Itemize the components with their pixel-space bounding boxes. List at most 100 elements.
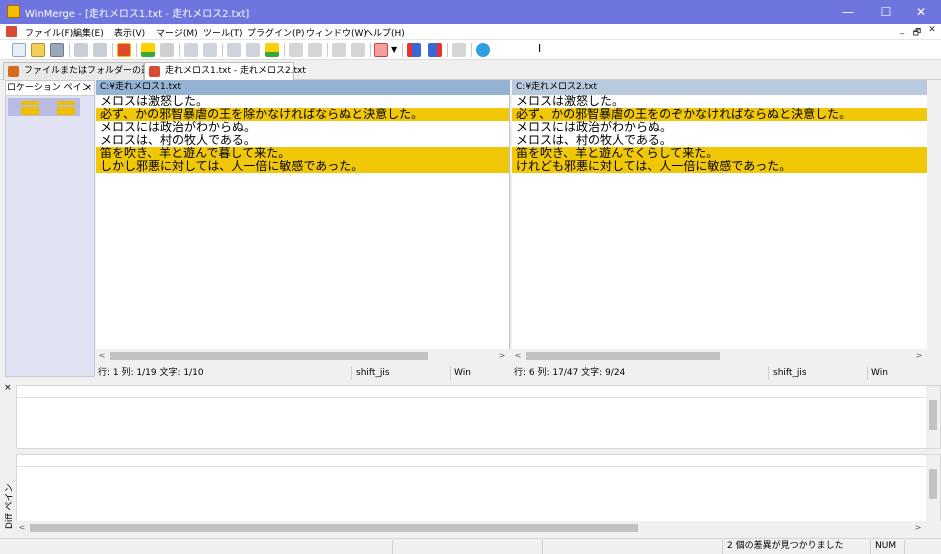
- toolbar-separator: [69, 43, 70, 57]
- right-eol-style: Win: [871, 368, 888, 378]
- toolbar-separator: [112, 43, 113, 57]
- diff-marker: [21, 101, 39, 105]
- copy-right-icon[interactable]: [246, 43, 260, 57]
- toolbar-separator: [370, 43, 371, 57]
- right-text-line[interactable]: 笛を吹き、羊と遊んでくらして来た。: [512, 147, 927, 160]
- scroll-left-arrow-icon[interactable]: <: [512, 349, 524, 362]
- left-text-line[interactable]: メロスには政治がわからぬ。: [96, 121, 509, 134]
- new-icon[interactable]: [12, 43, 26, 57]
- compare-right-icon[interactable]: [428, 43, 442, 57]
- diff-pane-right-view[interactable]: [16, 454, 941, 522]
- right-file-editor[interactable]: メロスは激怒した。 必ず、かの邪智暴虐の王をのぞかなければならぬと決意した。 メロス…: [512, 95, 927, 349]
- right-text-line[interactable]: メロスには政治がわからぬ。: [512, 121, 927, 134]
- upper-vertical-scrollbar[interactable]: [927, 80, 941, 365]
- copy-left-icon[interactable]: [265, 43, 279, 57]
- tab-label: 走れメロス1.txt - 走れメロス2.txt: [165, 66, 306, 76]
- all-left-icon[interactable]: [351, 43, 365, 57]
- scroll-left-arrow-icon[interactable]: <: [16, 521, 28, 534]
- menu-merge[interactable]: マージ(M): [156, 26, 198, 39]
- left-text-line[interactable]: しかし邪悪に対しては、人一倍に敏感であった。: [96, 160, 509, 173]
- right-text-line[interactable]: けれども邪悪に対しては、人一倍に敏感であった。: [512, 160, 927, 173]
- copy-left-advance-icon[interactable]: [308, 43, 322, 57]
- last-difference-icon[interactable]: [227, 43, 241, 57]
- menu-window[interactable]: ウィンドウ(W): [306, 26, 367, 39]
- scrollbar-thumb[interactable]: [526, 352, 720, 360]
- minimize-button[interactable]: —: [828, 0, 868, 24]
- close-button[interactable]: ✕: [901, 0, 941, 24]
- previous-difference-icon[interactable]: [160, 43, 174, 57]
- left-text-line[interactable]: 必ず、かの邪智暴虐の王を除かなければならぬと決意した。: [96, 108, 509, 121]
- menu-view[interactable]: 表示(V): [114, 26, 145, 39]
- status-separator: [392, 540, 393, 554]
- left-file-path: C:¥走れメロス1.txt: [96, 80, 510, 95]
- location-pane[interactable]: ロケーション ペイン ×: [5, 80, 95, 377]
- refresh-icon[interactable]: [476, 43, 490, 57]
- location-pane-close-button[interactable]: ×: [84, 81, 92, 95]
- file-compare-icon: [149, 66, 160, 77]
- undo-icon[interactable]: [74, 43, 88, 57]
- status-separator: [867, 366, 868, 380]
- diff-pane-close-button[interactable]: ×: [4, 383, 12, 393]
- left-text-line[interactable]: メロスは、村の牧人である。: [96, 134, 509, 147]
- scroll-right-arrow-icon[interactable]: >: [912, 521, 924, 534]
- diff-right-vertical-scrollbar[interactable]: [926, 455, 940, 521]
- mdi-minimize-button[interactable]: _: [895, 25, 909, 35]
- right-text-line[interactable]: 必ず、かの邪智暴虐の王をのぞかなければならぬと決意した。: [512, 108, 927, 121]
- scroll-right-arrow-icon[interactable]: >: [496, 349, 508, 362]
- tab-select-files[interactable]: ファイルまたはフォルダーの選択...: [3, 62, 168, 80]
- options-icon[interactable]: [117, 43, 131, 57]
- right-encoding: shift_jis: [773, 368, 807, 378]
- scrollbar-thumb[interactable]: [929, 400, 937, 430]
- scroll-right-arrow-icon[interactable]: >: [913, 349, 925, 362]
- left-status-bar: 行: 1 列: 1/19 文字: 1/10 shift_jis Win: [96, 365, 510, 381]
- menu-file[interactable]: ファイル(F): [25, 26, 73, 39]
- mdi-restore-button[interactable]: 🗗: [910, 25, 924, 41]
- maximize-button[interactable]: ☐: [866, 0, 906, 24]
- redo-icon[interactable]: [93, 43, 107, 57]
- menu-edit[interactable]: 編集(E): [73, 26, 104, 39]
- left-text-line[interactable]: 笛を吹き、羊と遊んで暮して来た。: [96, 147, 509, 160]
- toolbar-separator: [402, 43, 403, 57]
- first-difference-icon[interactable]: [184, 43, 198, 57]
- right-text-line[interactable]: メロスは激怒した。: [512, 95, 927, 108]
- current-difference-icon[interactable]: [203, 43, 217, 57]
- diff-horizontal-scrollbar[interactable]: < >: [16, 521, 941, 534]
- scroll-left-arrow-icon[interactable]: <: [96, 349, 108, 362]
- dropdown-arrow-icon[interactable]: ▼: [391, 45, 397, 54]
- color-scheme-icon[interactable]: [374, 43, 388, 57]
- split-view-icon[interactable]: [452, 43, 466, 57]
- left-horizontal-scrollbar[interactable]: < >: [96, 349, 510, 362]
- right-text-line[interactable]: メロスは、村の牧人である。: [512, 134, 927, 147]
- tab-file-compare[interactable]: 走れメロス1.txt - 走れメロス2.txt: [144, 62, 306, 80]
- next-difference-icon[interactable]: [141, 43, 155, 57]
- all-right-icon[interactable]: [332, 43, 346, 57]
- scrollbar-thumb[interactable]: [30, 524, 638, 532]
- compare-left-icon[interactable]: [407, 43, 421, 57]
- left-file-editor[interactable]: メロスは激怒した。 必ず、かの邪智暴虐の王を除かなければならぬと決意した。 メロスに…: [96, 95, 510, 349]
- menu-help[interactable]: ヘルプ(H): [364, 26, 405, 39]
- menu-tools[interactable]: ツール(T): [203, 26, 243, 39]
- status-separator: [542, 540, 543, 554]
- save-icon[interactable]: [50, 43, 64, 57]
- toolbar-separator: [222, 43, 223, 57]
- menu-plugins[interactable]: プラグイン(P): [247, 26, 304, 39]
- status-message: 2 個の差異が見つかりました: [727, 541, 844, 551]
- document-icon[interactable]: [6, 26, 17, 37]
- mdi-close-button[interactable]: ✕: [925, 25, 939, 35]
- scrollbar-thumb[interactable]: [929, 469, 937, 499]
- diff-pane-left-view[interactable]: [16, 385, 941, 449]
- right-horizontal-scrollbar[interactable]: < >: [512, 349, 927, 362]
- window-title: WinMerge - [走れメロス1.txt - 走れメロス2.txt]: [25, 9, 250, 20]
- winmerge-app-icon[interactable]: [7, 5, 20, 18]
- status-separator: [870, 540, 871, 554]
- scrollbar-thumb[interactable]: [110, 352, 428, 360]
- right-cursor-position: 行: 6 列: 17/47 文字: 9/24: [514, 368, 626, 378]
- open-folder-icon[interactable]: [31, 43, 45, 57]
- diff-left-vertical-scrollbar[interactable]: [926, 386, 940, 448]
- left-text-line[interactable]: メロスは激怒した。: [96, 95, 509, 108]
- toolbar-separator: [447, 43, 448, 57]
- toolbar-separator: [284, 43, 285, 57]
- copy-right-advance-icon[interactable]: [289, 43, 303, 57]
- left-cursor-position: 行: 1 列: 1/19 文字: 1/10: [98, 368, 204, 378]
- status-separator: [722, 540, 723, 554]
